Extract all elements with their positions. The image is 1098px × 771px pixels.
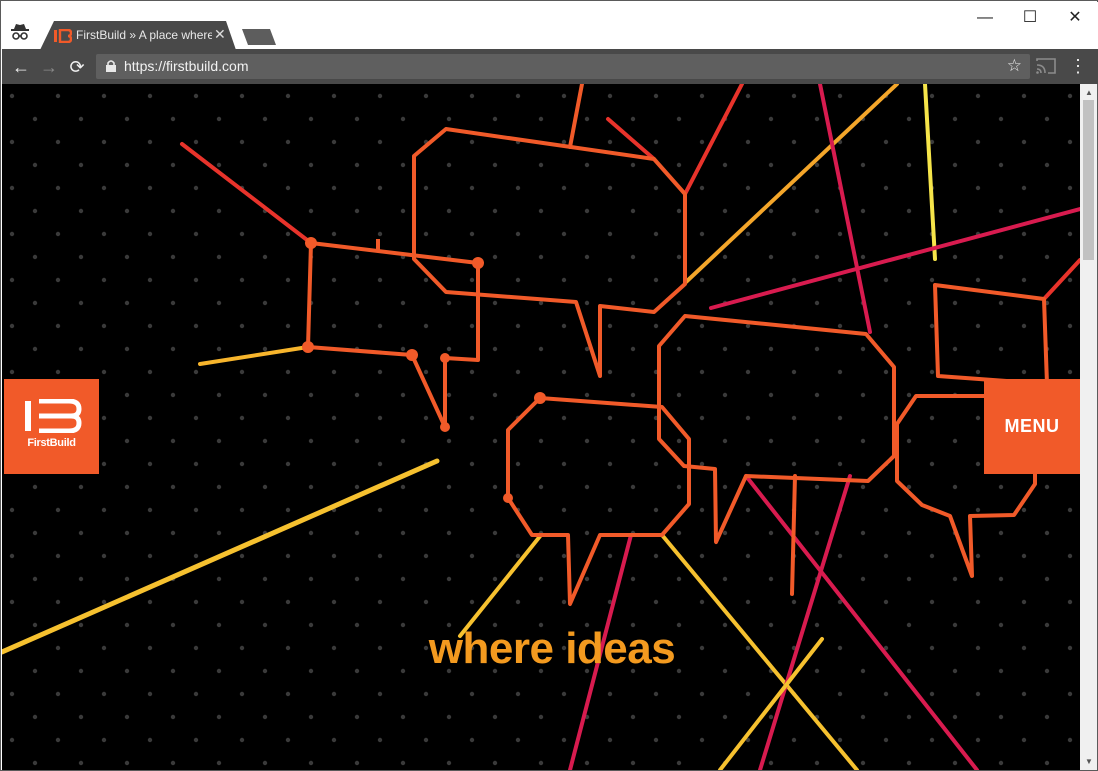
reload-button[interactable]: ⟳: [66, 56, 88, 78]
back-button[interactable]: ←: [10, 56, 32, 78]
logo-text: FirstBuild: [27, 437, 76, 449]
address-bar[interactable]: https://firstbuild.com ☆: [96, 54, 1030, 79]
page-viewport: FirstBuild MENU where ideas: [2, 84, 1080, 770]
title-bar: FirstBuild » A place where ✕ — ☐ ✕: [2, 2, 1098, 50]
lock-icon: [106, 60, 116, 72]
close-window-button[interactable]: ✕: [1052, 8, 1098, 28]
browser-toolbar: ← → ⟳ https://firstbuild.com ☆ ⋮: [2, 49, 1098, 84]
scroll-down-icon[interactable]: ▼: [1085, 757, 1093, 766]
tab-close-icon[interactable]: ✕: [214, 26, 226, 42]
hero-tagline: where ideas: [428, 624, 676, 673]
browser-window: FirstBuild » A place where ✕ — ☐ ✕ ← → ⟳…: [0, 0, 1098, 771]
vertical-scrollbar[interactable]: ▲ ▼: [1080, 84, 1097, 770]
browser-tab[interactable]: FirstBuild » A place where ✕: [40, 21, 236, 50]
bookmark-star-icon[interactable]: ☆: [1007, 56, 1022, 76]
browser-menu-icon[interactable]: ⋮: [1068, 55, 1088, 77]
firstbuild-favicon: [54, 29, 72, 43]
url-text: https://firstbuild.com: [124, 58, 249, 74]
incognito-icon: [11, 24, 29, 40]
tab-title: FirstBuild » A place where: [76, 28, 212, 42]
scroll-up-icon[interactable]: ▲: [1085, 88, 1093, 97]
menu-button[interactable]: MENU: [984, 379, 1080, 474]
minimize-button[interactable]: —: [962, 8, 1008, 28]
firstbuild-logo-mark: [25, 399, 82, 433]
maximize-button[interactable]: ☐: [1007, 8, 1053, 28]
cast-icon[interactable]: [1036, 58, 1056, 74]
firstbuild-logo[interactable]: FirstBuild: [4, 379, 99, 474]
forward-button[interactable]: →: [38, 56, 60, 78]
scrollbar-thumb[interactable]: [1083, 100, 1094, 260]
new-tab-button[interactable]: [242, 29, 276, 45]
